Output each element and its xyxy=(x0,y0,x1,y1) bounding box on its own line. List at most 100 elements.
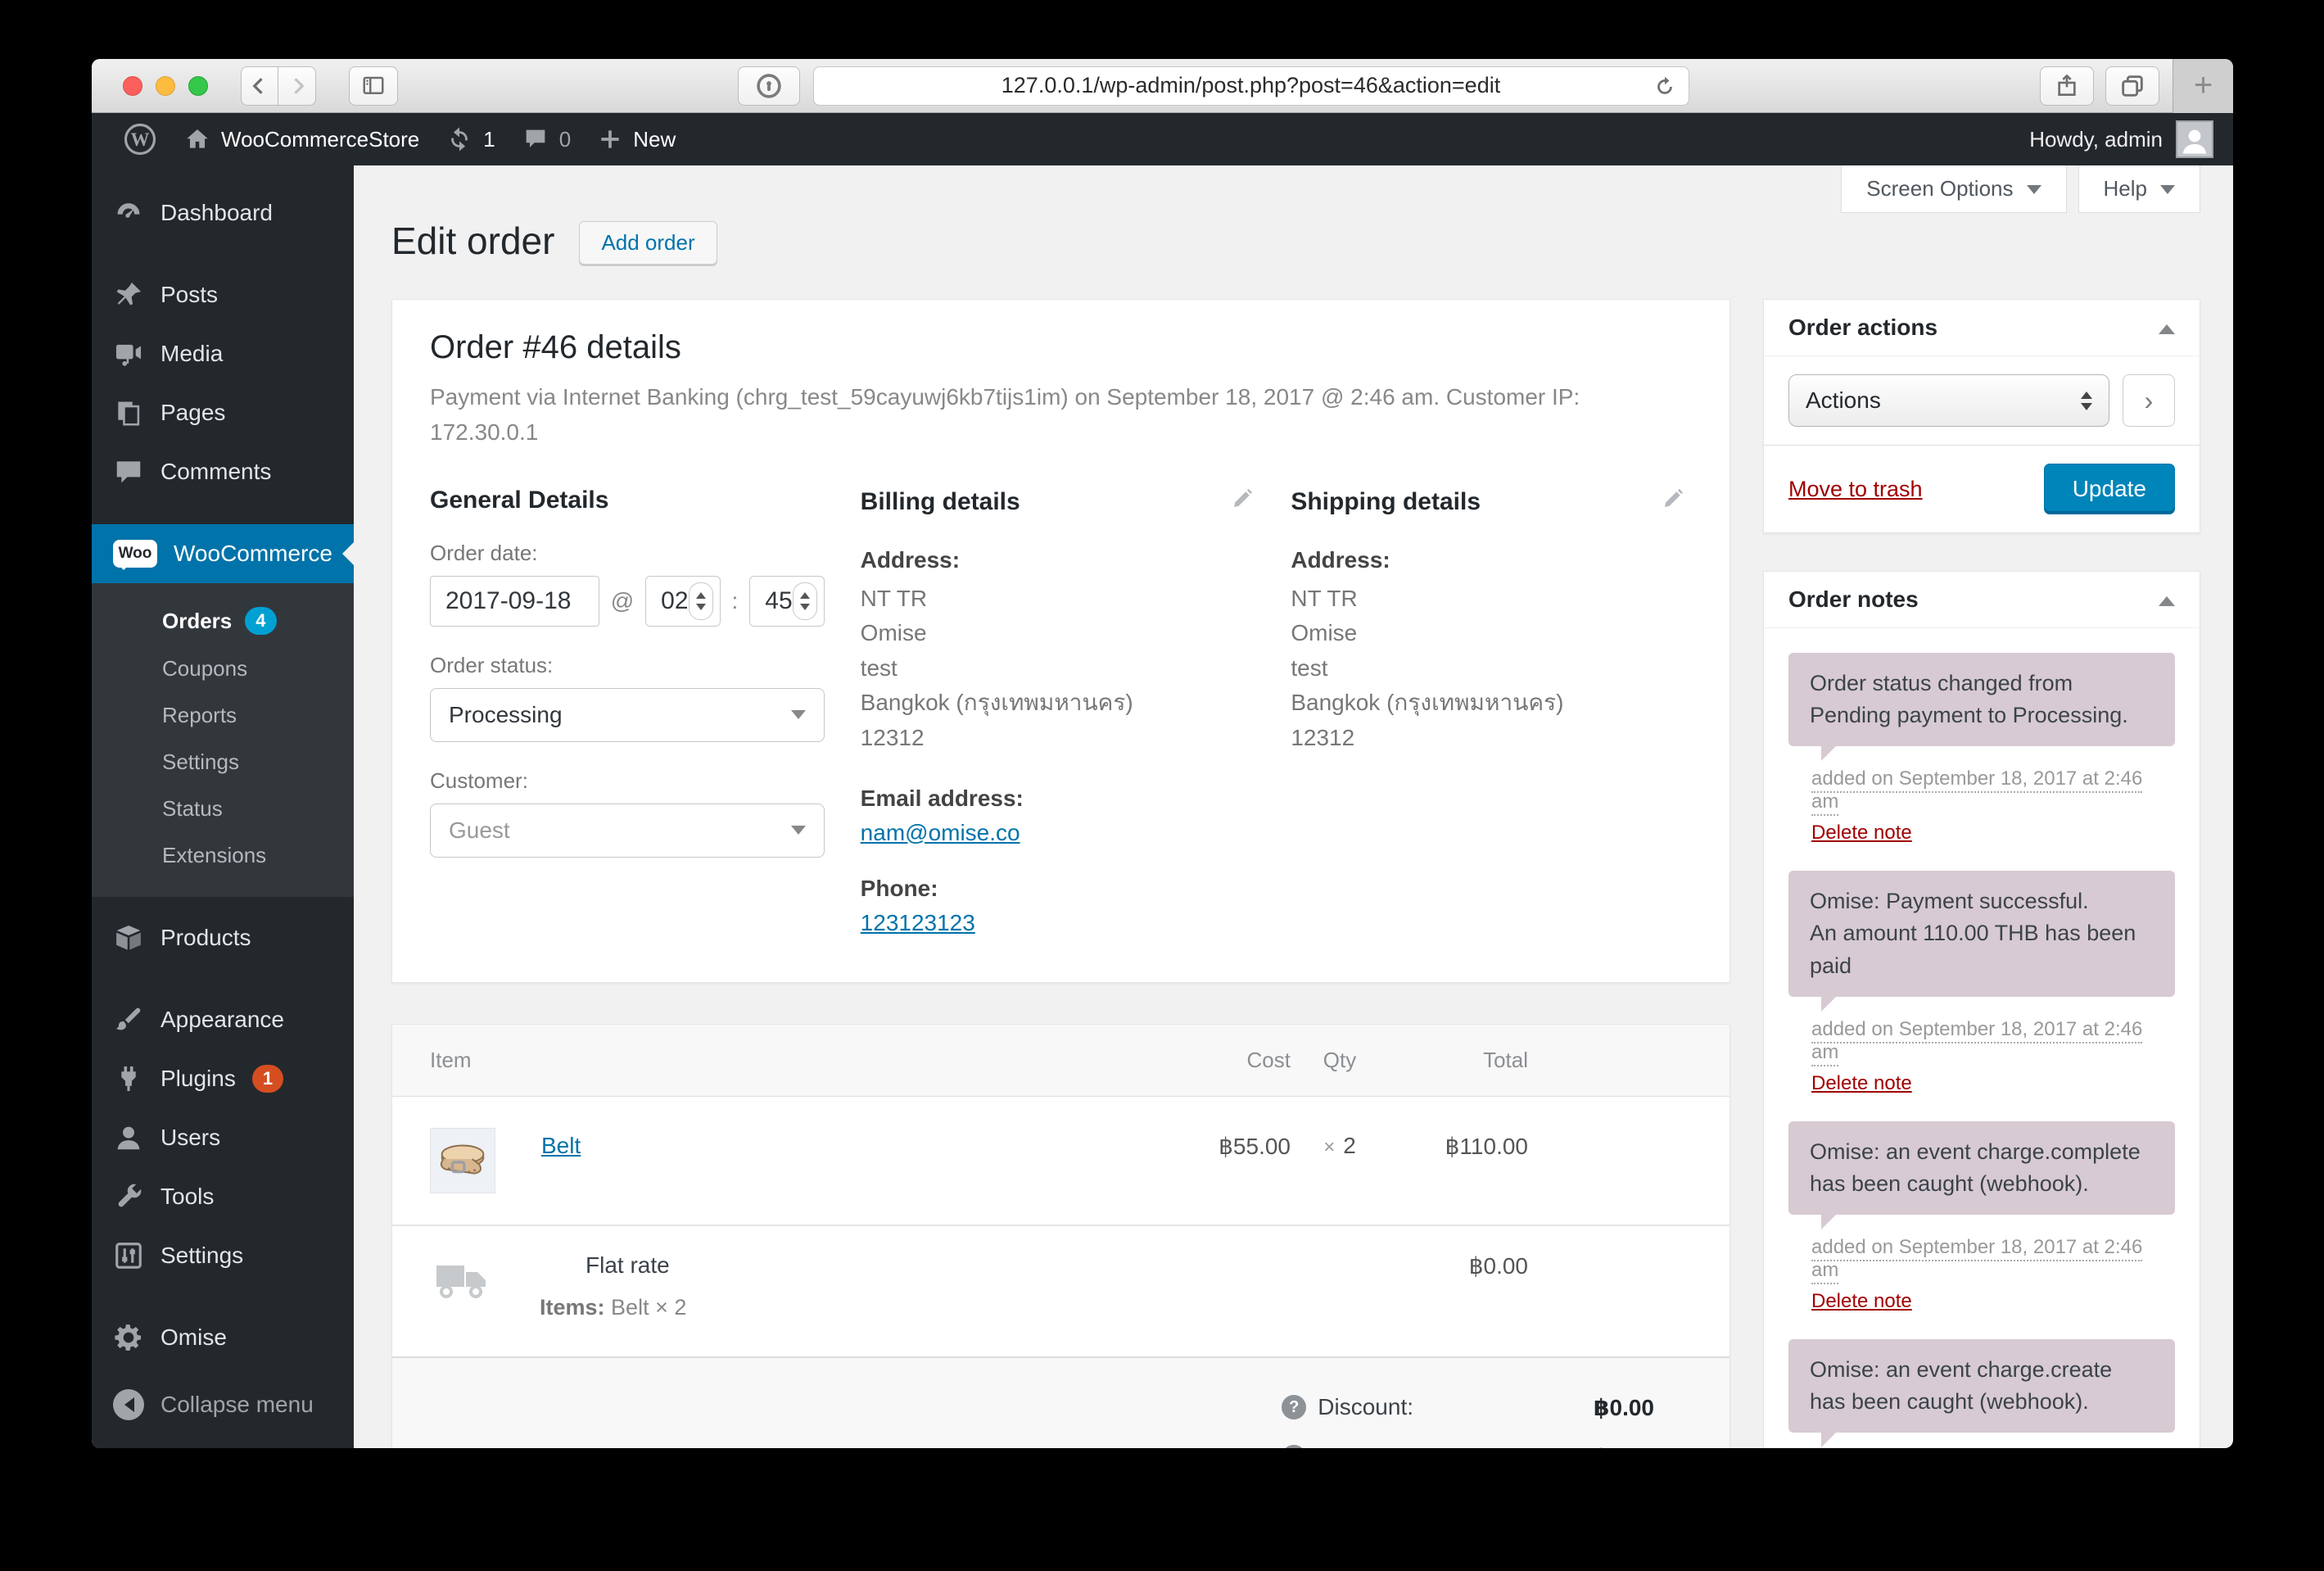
share-button[interactable] xyxy=(2040,66,2094,106)
sidebar-item-pages[interactable]: Pages xyxy=(92,383,354,442)
address-bar[interactable]: 127.0.0.1/wp-admin/post.php?post=46&acti… xyxy=(812,66,1689,106)
sidebar-item-label: Posts xyxy=(161,282,219,307)
move-to-trash-link[interactable]: Move to trash xyxy=(1788,477,1923,502)
sidebar-item-comments[interactable]: Comments xyxy=(92,442,354,501)
pages-icon xyxy=(118,401,140,426)
items-table-header: Item Cost Qty Total xyxy=(392,1024,1729,1097)
help-icon[interactable]: ? xyxy=(1282,1445,1307,1448)
back-button[interactable] xyxy=(241,66,278,106)
password-extension-button[interactable] xyxy=(737,66,800,106)
collapse-panel-icon[interactable] xyxy=(2159,316,2175,334)
submenu-item-coupons[interactable]: Coupons xyxy=(92,645,354,692)
order-actions-title: Order actions xyxy=(1788,315,1938,340)
shipping-meta-label: Items: xyxy=(540,1294,605,1320)
order-hour-input[interactable]: 02 xyxy=(645,575,721,627)
customer-label: Customer: xyxy=(430,767,528,793)
zoom-window-button[interactable] xyxy=(188,75,208,96)
sidebar-item-dashboard[interactable]: Dashboard xyxy=(92,183,354,242)
minimize-window-button[interactable] xyxy=(156,75,175,96)
safari-window: 127.0.0.1/wp-admin/post.php?post=46&acti… xyxy=(92,59,2233,1448)
note-meta: added on September 18, 2017 at 2:46 am xyxy=(1811,1235,2175,1284)
edit-shipping-button[interactable] xyxy=(1661,487,1685,518)
comments-menu[interactable]: 0 xyxy=(509,113,584,165)
submenu-item-orders[interactable]: Orders 4 xyxy=(92,596,354,645)
delete-note-link[interactable]: Delete note xyxy=(1811,1290,1912,1313)
sidebar-item-woocommerce[interactable]: Woo WooCommerce xyxy=(92,524,354,583)
note-text: Omise: Payment successful. An amount 110… xyxy=(1788,871,2175,1012)
home-icon xyxy=(187,129,208,148)
window-controls xyxy=(123,75,208,96)
avatar[interactable] xyxy=(2176,120,2213,158)
submenu-item-label: Reports xyxy=(162,703,237,727)
new-content-menu[interactable]: New xyxy=(584,113,689,165)
sidebar-item-label: Appearance xyxy=(161,1007,285,1032)
order-totals: ? Discount: ฿0.00 ? Shipping: ฿0.00 xyxy=(392,1356,1729,1448)
sidebar-item-omise[interactable]: Omise xyxy=(92,1308,354,1367)
hour-value: 02 xyxy=(661,586,689,614)
forward-button[interactable] xyxy=(278,66,316,106)
help-icon[interactable]: ? xyxy=(1282,1395,1307,1420)
sidebar-item-posts[interactable]: Posts xyxy=(92,265,354,324)
submenu-item-reports[interactable]: Reports xyxy=(92,692,354,739)
sidebar-item-tools[interactable]: Tools xyxy=(92,1167,354,1226)
actions-select[interactable]: Actions xyxy=(1788,374,2109,427)
order-note: Omise: Payment successful. An amount 110… xyxy=(1788,871,2175,1094)
help-tab[interactable]: Help xyxy=(2078,165,2200,213)
update-count: 1 xyxy=(483,126,495,152)
submenu-item-settings[interactable]: Settings xyxy=(92,739,354,786)
wp-logo-menu[interactable]: W xyxy=(110,113,170,165)
site-name-menu[interactable]: WooCommerceStore xyxy=(170,113,432,165)
edit-billing-button[interactable] xyxy=(1230,487,1255,518)
media-icon xyxy=(115,344,142,366)
discount-label: Discount: xyxy=(1318,1394,1413,1420)
sidebar-item-label: Pages xyxy=(161,400,226,425)
delete-note-link[interactable]: Delete note xyxy=(1811,1072,1912,1095)
submenu-item-extensions[interactable]: Extensions xyxy=(92,832,354,879)
sidebar-toggle-button[interactable] xyxy=(349,66,398,106)
order-status-select[interactable]: Processing xyxy=(430,687,825,742)
update-button[interactable]: Update xyxy=(2043,464,2175,514)
collapse-menu-button[interactable]: Collapse menu xyxy=(92,1375,354,1434)
apply-action-button[interactable]: › xyxy=(2123,374,2175,427)
product-link[interactable]: Belt xyxy=(541,1133,581,1158)
sidebar-item-settings[interactable]: Settings xyxy=(92,1226,354,1285)
order-data-panel: Order #46 details Payment via Internet B… xyxy=(391,299,1730,983)
submenu-item-status[interactable]: Status xyxy=(92,786,354,832)
col-item: Item xyxy=(430,1047,472,1072)
screen-options-tab[interactable]: Screen Options xyxy=(1841,165,2067,213)
new-tab-button[interactable]: + xyxy=(2173,59,2233,113)
billing-email-link[interactable]: nam@omise.co xyxy=(861,820,1020,846)
submenu-item-label: Status xyxy=(162,796,223,821)
billing-phone-link[interactable]: 123123123 xyxy=(861,910,975,936)
shipping-method-name: Flat rate xyxy=(586,1252,670,1278)
sidebar-item-products[interactable]: Products xyxy=(92,908,354,967)
minute-stepper[interactable] xyxy=(792,582,817,620)
note-text: Omise: an event charge.complete has been… xyxy=(1788,1121,2175,1230)
order-date-input[interactable]: 2017-09-18 xyxy=(430,575,599,627)
sidebar-item-media[interactable]: Media xyxy=(92,324,354,383)
close-window-button[interactable] xyxy=(123,75,142,96)
minute-value: 45 xyxy=(765,586,793,614)
sidebar-item-label: WooCommerce xyxy=(174,541,332,566)
sidebar-item-users[interactable]: Users xyxy=(92,1108,354,1167)
svg-text:W: W xyxy=(131,129,150,150)
page-title: Edit order xyxy=(391,219,555,262)
add-order-button[interactable]: Add order xyxy=(579,221,717,265)
sidebar-item-label: Users xyxy=(161,1125,221,1150)
sidebar-item-plugins[interactable]: Plugins 1 xyxy=(92,1049,354,1108)
hour-stepper[interactable] xyxy=(688,582,713,620)
sidebar-item-appearance[interactable]: Appearance xyxy=(92,990,354,1049)
customer-select[interactable]: Guest xyxy=(430,803,825,858)
pushpin-icon xyxy=(116,282,142,306)
updates-menu[interactable]: 1 xyxy=(432,113,508,165)
order-notes-panel: Order notes Order status changed from Pe… xyxy=(1763,571,2200,1448)
delete-note-link[interactable]: Delete note xyxy=(1811,822,1912,844)
help-label: Help xyxy=(2103,176,2147,201)
howdy-text[interactable]: Howdy, admin xyxy=(2029,127,2163,152)
sidebar-item-label: Settings xyxy=(161,1243,244,1268)
browser-toolbar: 127.0.0.1/wp-admin/post.php?post=46&acti… xyxy=(92,59,2233,113)
tab-overview-button[interactable] xyxy=(2105,66,2159,106)
collapse-panel-icon[interactable] xyxy=(2159,588,2175,606)
reload-button[interactable] xyxy=(1653,75,1677,99)
order-minute-input[interactable]: 45 xyxy=(749,575,825,627)
